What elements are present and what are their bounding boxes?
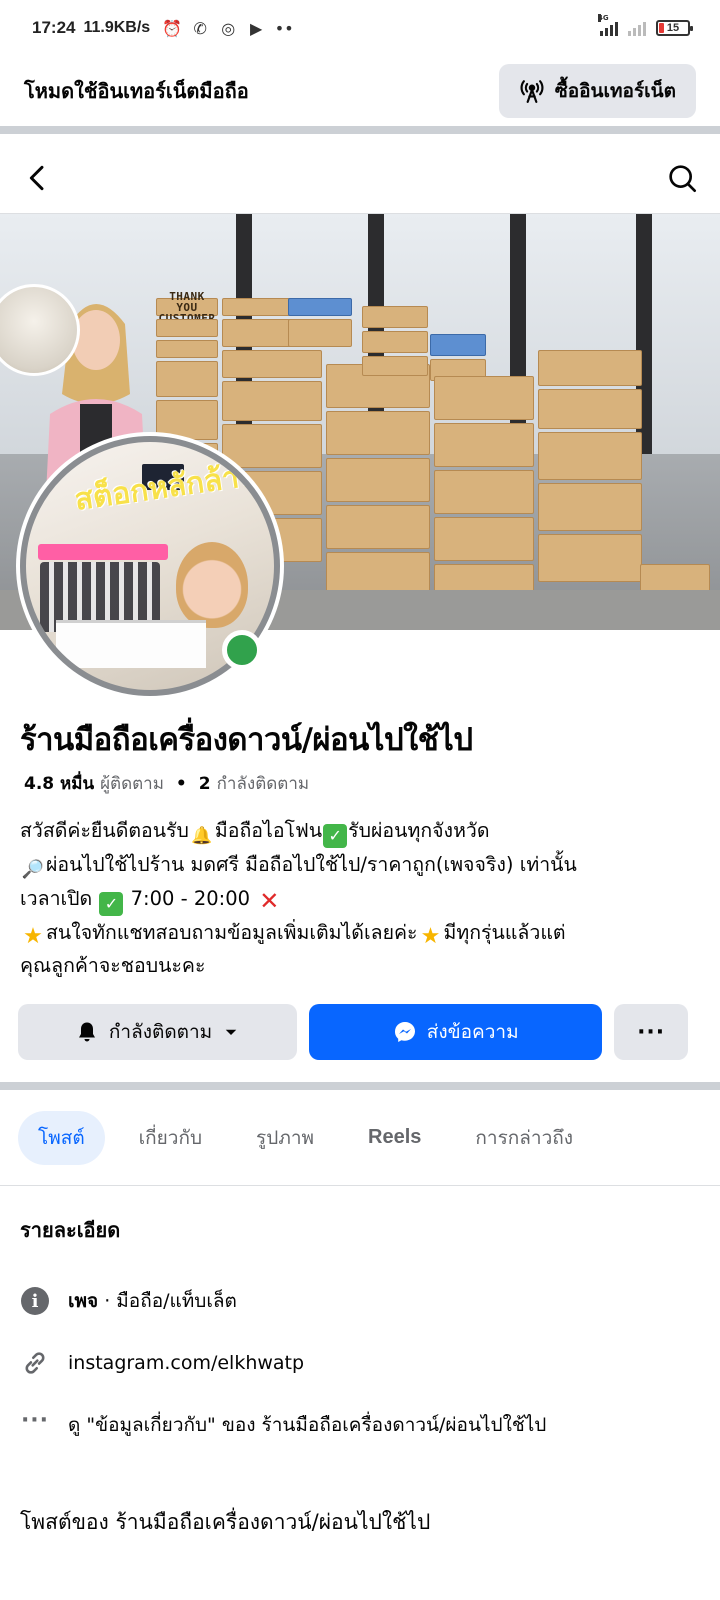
link-row[interactable]: instagram.com/elkhwatp: [20, 1348, 304, 1378]
category-prefix: เพจ: [68, 1290, 99, 1312]
signal-2-icon: [628, 20, 646, 36]
bell-emoji-icon: 🔔: [191, 826, 213, 846]
battery-level: 15: [666, 22, 680, 34]
search-icon[interactable]: [666, 162, 698, 194]
link-icon: [25, 1352, 45, 1374]
check-emoji-icon: ✓: [323, 824, 348, 848]
send-message-label: ส่งข้อความ: [426, 1021, 519, 1043]
star-emoji-icon: ★: [23, 924, 43, 949]
bio-line1-c: รับผ่อนทุกจังหวัด: [348, 819, 490, 842]
cross-emoji-icon: ✕: [259, 887, 280, 915]
status-bar: 17:24 11.9KB/s ⏰ ✆ ◎ ▶ •• 4G 15: [0, 0, 720, 56]
category-separator: ·: [98, 1290, 117, 1312]
caret-down-icon: [225, 1029, 237, 1035]
more-notifications-icon: ••: [274, 18, 294, 38]
buy-internet-label: ซื้ออินเทอร์เน็ต: [554, 80, 676, 102]
alarm-icon: ⏰: [162, 18, 183, 38]
posts-section-title: โพสต์ของ ร้านมือถือเครื่องดาวน์/ผ่อนไปใช…: [20, 1510, 431, 1534]
see-about-text[interactable]: ดู "ข้อมูลเกี่ยวกับ" ของ ร้านมือถือเครื่…: [68, 1410, 546, 1440]
buy-internet-button[interactable]: ซื้ออินเทอร์เน็ต: [498, 64, 696, 118]
bio-hours: 7:00 - 20:00: [130, 887, 251, 910]
bio-line2: ผ่อนไปใช้ไปร้าน มดศรี มือถือไปใช้ไป/ราคา…: [46, 853, 577, 876]
instagram-link[interactable]: instagram.com/elkhwatp: [68, 1352, 304, 1374]
battery-icon: 15: [656, 20, 693, 36]
network-type: 4G: [598, 14, 609, 22]
following-count[interactable]: 2: [199, 774, 211, 794]
category-row: i เพจ · มือถือ/แท็บเล็ต: [20, 1286, 237, 1316]
check-emoji-icon: ✓: [99, 892, 124, 916]
chevron-left-icon[interactable]: [22, 162, 54, 194]
tab-mentions[interactable]: การกล่าวถึง: [455, 1111, 593, 1165]
more-options-button[interactable]: ···: [614, 1004, 688, 1060]
bio-line1-a: สวัสดีค่ะยืนดีตอนรับ: [20, 819, 189, 842]
following-button[interactable]: กำลังติดตาม: [18, 1004, 298, 1060]
messenger-icon: [394, 1022, 415, 1042]
more-dots-icon: ···: [637, 1019, 666, 1045]
online-status-dot: [222, 630, 262, 670]
follow-stats: 4.8 หมื่น ผู้ติดตาม • 2 กำลังติดตาม: [24, 770, 309, 797]
following-label: กำลังติดตาม: [216, 774, 310, 794]
magnifier-emoji-icon: 🔎: [21, 859, 45, 880]
details-heading: รายละเอียด: [20, 1218, 121, 1242]
send-message-button[interactable]: ส่งข้อความ: [309, 1004, 603, 1060]
bio-line4-a: สนใจทักแชทสอบถามข้อมูลเพิ่มเติมได้เลยค่ะ: [46, 921, 418, 944]
bio-line1-b: มือถือไอโฟน: [214, 819, 323, 842]
page-title: ร้านมือถือเครื่องดาวน์/ผ่อนไปใช้ไป: [20, 722, 473, 758]
stats-separator: •: [175, 773, 187, 794]
antenna-icon: [520, 80, 544, 103]
section-divider: [0, 1082, 720, 1090]
page-bio: สวัสดีค่ะยืนดีตอนรับ 🔔 มือถือไอโฟน ✓ รับผ่อน…: [20, 814, 704, 982]
more-dots-icon: ···: [20, 1407, 50, 1433]
tab-reels[interactable]: Reels: [348, 1111, 441, 1165]
page-actions: กำลังติดตาม ส่งข้อความ ···: [18, 1004, 688, 1060]
phone-icon: ✆: [193, 18, 207, 38]
net-speed: 11.9KB/s: [83, 19, 151, 36]
category-value: มือถือ/แท็บเล็ต: [116, 1290, 237, 1312]
profile-tabs: โพสต์ เกี่ยวกับ รูปภาพ Reels การกล่าวถึง: [0, 1090, 720, 1186]
play-notif-icon: ▶: [250, 18, 263, 38]
messenger-notif-icon: ◎: [221, 18, 236, 38]
tab-photos[interactable]: รูปภาพ: [236, 1111, 334, 1165]
tab-about[interactable]: เกี่ยวกับ: [119, 1111, 222, 1165]
followers-count[interactable]: 4.8 หมื่น: [24, 770, 94, 797]
bio-line5: คุณลูกค้าจะชอบนะคะ: [20, 954, 206, 977]
status-time: 17:24: [32, 18, 76, 37]
tab-posts[interactable]: โพสต์: [18, 1110, 105, 1165]
signal-icon: 4G: [598, 14, 618, 36]
page-nav-bar: [0, 142, 720, 214]
bio-line3-a: เวลาเปิด: [20, 887, 93, 910]
following-button-label: กำลังติดตาม: [108, 1021, 213, 1043]
info-icon: i: [21, 1287, 49, 1315]
followers-label: ผู้ติดตาม: [100, 774, 164, 794]
bell-icon: [78, 1022, 95, 1042]
bio-line4-b: มีทุกรุ่นแล้วแต่: [443, 921, 566, 944]
star-emoji-icon: ★: [420, 924, 441, 949]
mobile-data-banner: โหมดใช้อินเทอร์เน็ตมือถือ ซื้ออินเทอร์เน…: [0, 56, 720, 134]
box-label: THANK YOU CUSTOMER: [156, 291, 218, 324]
see-about-row[interactable]: ··· ดู "ข้อมูลเกี่ยวกับ" ของ ร้านมือถือเ…: [20, 1407, 546, 1440]
data-mode-title: โหมดใช้อินเทอร์เน็ตมือถือ: [24, 79, 249, 103]
